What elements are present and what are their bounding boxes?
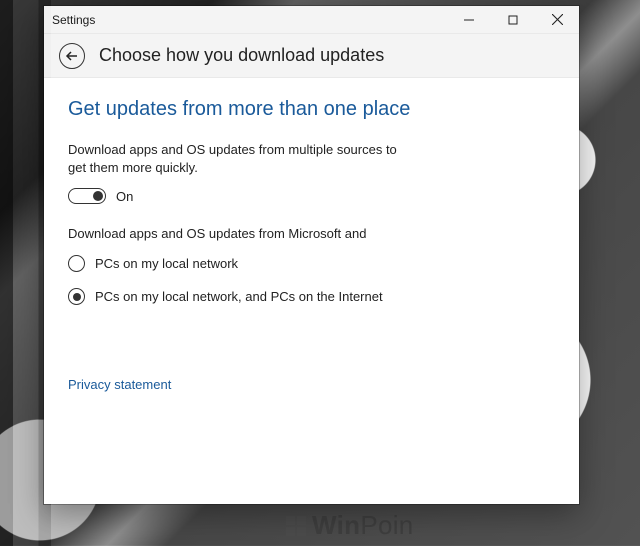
radio-option-local[interactable]: PCs on my local network <box>68 255 555 272</box>
header: Choose how you download updates <box>44 34 579 78</box>
toggle-thumb-icon <box>93 191 103 201</box>
minimize-button[interactable] <box>447 6 491 34</box>
desktop-background: WinPoin Settings <box>0 0 640 546</box>
window-title: Settings <box>44 13 95 27</box>
page-title: Choose how you download updates <box>99 45 384 66</box>
radio-label: PCs on my local network, and PCs on the … <box>95 289 383 304</box>
sub-description: Download apps and OS updates from Micros… <box>68 226 555 241</box>
close-button[interactable] <box>535 6 579 34</box>
maximize-button[interactable] <box>491 6 535 34</box>
watermark-text: WinPoin <box>312 510 414 541</box>
radio-icon <box>68 288 85 305</box>
section-description: Download apps and OS updates from multip… <box>68 141 408 176</box>
winpoin-logo-icon <box>286 516 306 536</box>
watermark: WinPoin <box>286 510 414 541</box>
section-heading: Get updates from more than one place <box>68 98 555 121</box>
radio-label: PCs on my local network <box>95 256 238 271</box>
toggle-row: On <box>68 188 555 204</box>
content-area: Get updates from more than one place Dow… <box>44 78 579 504</box>
radio-option-internet[interactable]: PCs on my local network, and PCs on the … <box>68 288 555 305</box>
updates-toggle[interactable] <box>68 188 106 204</box>
toggle-label: On <box>116 189 133 204</box>
back-button[interactable] <box>59 43 85 69</box>
titlebar: Settings <box>44 6 579 34</box>
privacy-statement-link[interactable]: Privacy statement <box>68 377 171 392</box>
settings-window: Settings <box>44 6 579 504</box>
radio-icon <box>68 255 85 272</box>
